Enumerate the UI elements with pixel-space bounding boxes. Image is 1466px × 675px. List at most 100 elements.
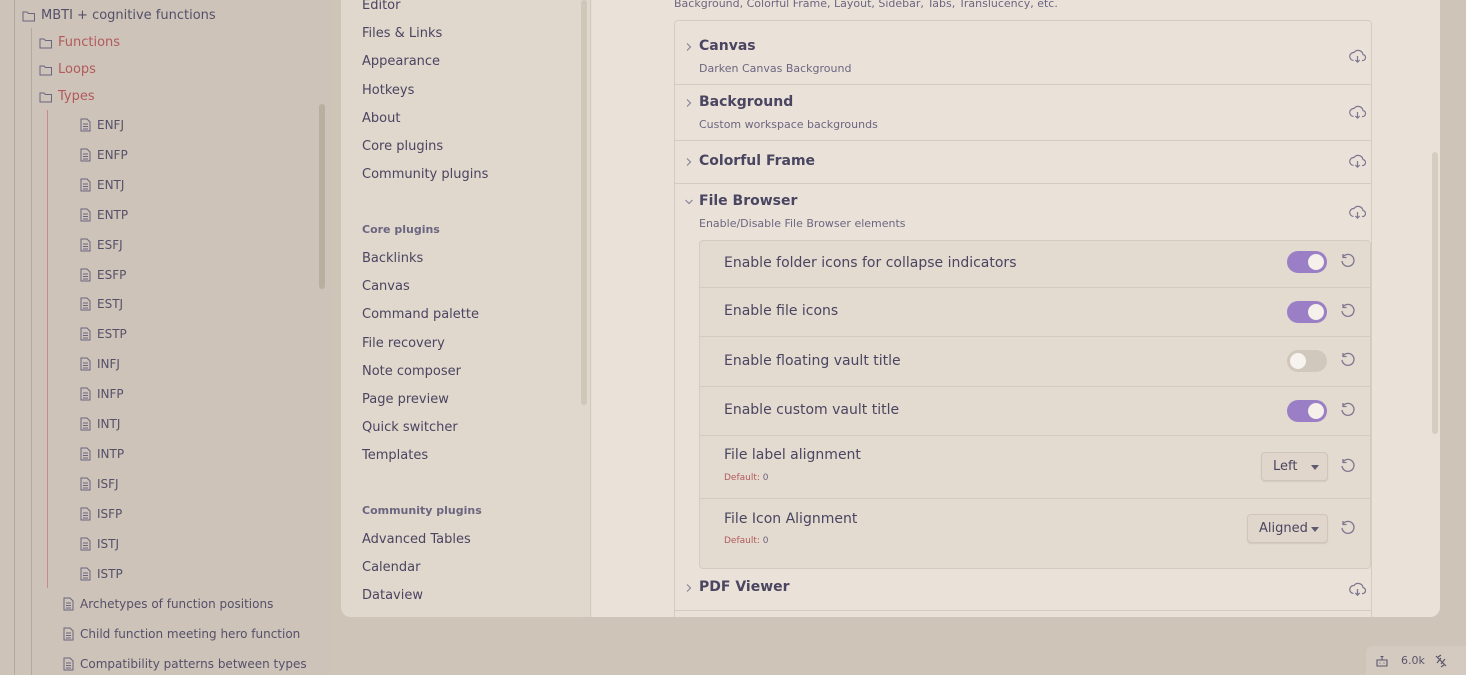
- nav-plugin-file-recovery[interactable]: File recovery: [362, 336, 445, 351]
- file-type-entp[interactable]: ENTP: [78, 208, 128, 222]
- nav-item-community-plugins[interactable]: Community plugins: [362, 167, 488, 182]
- folder-icon: [39, 38, 52, 48]
- folder-loops[interactable]: Loops: [39, 62, 96, 77]
- settings-modal: Editor Files & Links Appearance Hotkeys Abou…: [341, 0, 1440, 617]
- toggle-folder-icons[interactable]: [1287, 251, 1327, 273]
- file-icon: [80, 357, 91, 371]
- file-icon: [80, 447, 91, 461]
- nav-item-about[interactable]: About: [362, 111, 400, 126]
- folder-functions[interactable]: Functions: [39, 35, 120, 50]
- file-type-intp[interactable]: INTP: [78, 447, 124, 461]
- nav-item-core-plugins[interactable]: Core plugins: [362, 139, 443, 154]
- file-label: ESTJ: [97, 297, 124, 312]
- toggle-file-icons[interactable]: [1287, 301, 1327, 323]
- file-label-alignment-select[interactable]: Left: [1261, 452, 1328, 481]
- section-file-browser[interactable]: File Browser Enable/Disable File Browser…: [675, 184, 1371, 240]
- file-icon: [80, 567, 91, 580]
- nav-plugin-command-palette[interactable]: Command palette: [362, 307, 479, 322]
- file-explorer: MBTI + cognitive functions Functions Loo…: [0, 0, 330, 675]
- file-archetypes[interactable]: Archetypes of function positions: [61, 597, 273, 611]
- nav-item-appearance[interactable]: Appearance: [362, 54, 440, 69]
- file-type-estj[interactable]: ESTJ: [78, 297, 123, 311]
- file-label: ESFJ: [97, 237, 123, 252]
- download-icon[interactable]: [1349, 581, 1366, 598]
- file-type-isfj[interactable]: ISFJ: [78, 477, 119, 491]
- nav-plugin-backlinks[interactable]: Backlinks: [362, 251, 423, 266]
- download-icon[interactable]: [1349, 48, 1366, 65]
- nav-heading-core-plugins: Core plugins: [362, 223, 440, 236]
- section-background[interactable]: Background Custom workspace backgrounds: [675, 85, 1371, 141]
- folder-types[interactable]: Types: [39, 89, 95, 104]
- folder-icon: [39, 65, 52, 75]
- nav-item-editor[interactable]: Editor: [362, 0, 400, 13]
- reset-icon[interactable]: [1339, 252, 1357, 270]
- file-type-estp[interactable]: ESTP: [78, 327, 127, 341]
- nav-community-calendar[interactable]: Calendar: [362, 560, 420, 575]
- sync-off-icon[interactable]: [1434, 654, 1448, 668]
- reset-icon[interactable]: [1339, 302, 1357, 320]
- nav-plugin-note-composer[interactable]: Note composer: [362, 364, 461, 379]
- default-hint: Default: 0: [724, 536, 769, 546]
- file-type-enfp[interactable]: ENFP: [78, 148, 128, 162]
- file-icon-alignment-select[interactable]: Aligned: [1247, 514, 1328, 543]
- file-type-istp[interactable]: ISTP: [78, 567, 123, 581]
- nav-plugin-quick-switcher[interactable]: Quick switcher: [362, 420, 458, 435]
- nav-heading-community-plugins: Community plugins: [362, 504, 482, 517]
- file-type-infj[interactable]: INFJ: [78, 357, 120, 371]
- folder-label: Types: [58, 89, 95, 104]
- nav-plugin-page-preview[interactable]: Page preview: [362, 392, 449, 407]
- file-type-esfj[interactable]: ESFJ: [78, 238, 123, 252]
- section-colorful-frame[interactable]: Colorful Frame: [675, 141, 1371, 184]
- file-type-entj[interactable]: ENTJ: [78, 178, 124, 192]
- nav-community-dataview[interactable]: Dataview: [362, 588, 423, 603]
- file-type-esfp[interactable]: ESFP: [78, 268, 126, 282]
- file-type-isfp[interactable]: ISFP: [78, 507, 122, 521]
- section-desc: Darken Canvas Background: [699, 62, 852, 75]
- folder-mbti-cognitive-functions[interactable]: MBTI + cognitive functions: [22, 8, 216, 23]
- settings-content: Background, Colorful Frame, Layout, Side…: [592, 0, 1440, 617]
- file-label: ISFP: [97, 506, 123, 521]
- selected-option: Left: [1273, 459, 1298, 474]
- section-title: PDF Viewer: [699, 579, 790, 595]
- file-type-intj[interactable]: INTJ: [78, 417, 120, 431]
- toggle-custom-vault-title[interactable]: [1287, 400, 1327, 422]
- file-label: ENTJ: [97, 177, 125, 192]
- tree-guide-line: [14, 0, 15, 675]
- explorer-scrollbar[interactable]: [319, 104, 325, 289]
- nav-item-files-links[interactable]: Files & Links: [362, 26, 442, 41]
- file-child-function[interactable]: Child function meeting hero function: [61, 627, 300, 641]
- nav-scrollbar[interactable]: [581, 0, 587, 405]
- file-label: INFJ: [97, 357, 120, 372]
- download-icon[interactable]: [1349, 153, 1366, 170]
- setting-name: Enable custom vault title: [724, 402, 900, 418]
- setting-name: File label alignment: [724, 447, 861, 463]
- content-scrollbar[interactable]: [1432, 152, 1438, 434]
- caret-down-icon: [1311, 527, 1319, 532]
- file-compatibility[interactable]: Compatibility patterns between types: [61, 657, 307, 671]
- section-canvas[interactable]: Canvas Darken Canvas Background: [675, 21, 1371, 85]
- reset-icon[interactable]: [1339, 351, 1357, 369]
- download-icon[interactable]: [1349, 104, 1366, 121]
- reset-icon[interactable]: [1339, 401, 1357, 419]
- file-icon: [80, 477, 91, 491]
- default-hint: Default: 0: [724, 473, 769, 483]
- file-type-infp[interactable]: INFP: [78, 387, 124, 401]
- nav-plugin-canvas[interactable]: Canvas: [362, 279, 410, 294]
- reset-icon[interactable]: [1339, 519, 1357, 537]
- nav-community-advanced-tables[interactable]: Advanced Tables: [362, 532, 471, 547]
- nav-item-hotkeys[interactable]: Hotkeys: [362, 83, 414, 98]
- file-label: INTJ: [97, 417, 121, 431]
- file-icon: [80, 387, 91, 401]
- file-label: ISFJ: [97, 476, 119, 491]
- file-type-istj[interactable]: ISTJ: [78, 537, 119, 551]
- file-label: ISTP: [97, 566, 123, 581]
- section-pdf-viewer[interactable]: PDF Viewer: [675, 574, 1371, 611]
- nav-plugin-templates[interactable]: Templates: [362, 448, 428, 463]
- robot-icon[interactable]: [1375, 654, 1389, 668]
- toggle-floating-vault-title[interactable]: [1287, 350, 1327, 372]
- section-title: Colorful Frame: [699, 153, 816, 169]
- download-icon[interactable]: [1349, 204, 1366, 221]
- reset-icon[interactable]: [1339, 457, 1357, 475]
- file-browser-settings: Enable folder icons for collapse indicat…: [699, 240, 1371, 569]
- file-type-enfj[interactable]: ENFJ: [78, 118, 124, 132]
